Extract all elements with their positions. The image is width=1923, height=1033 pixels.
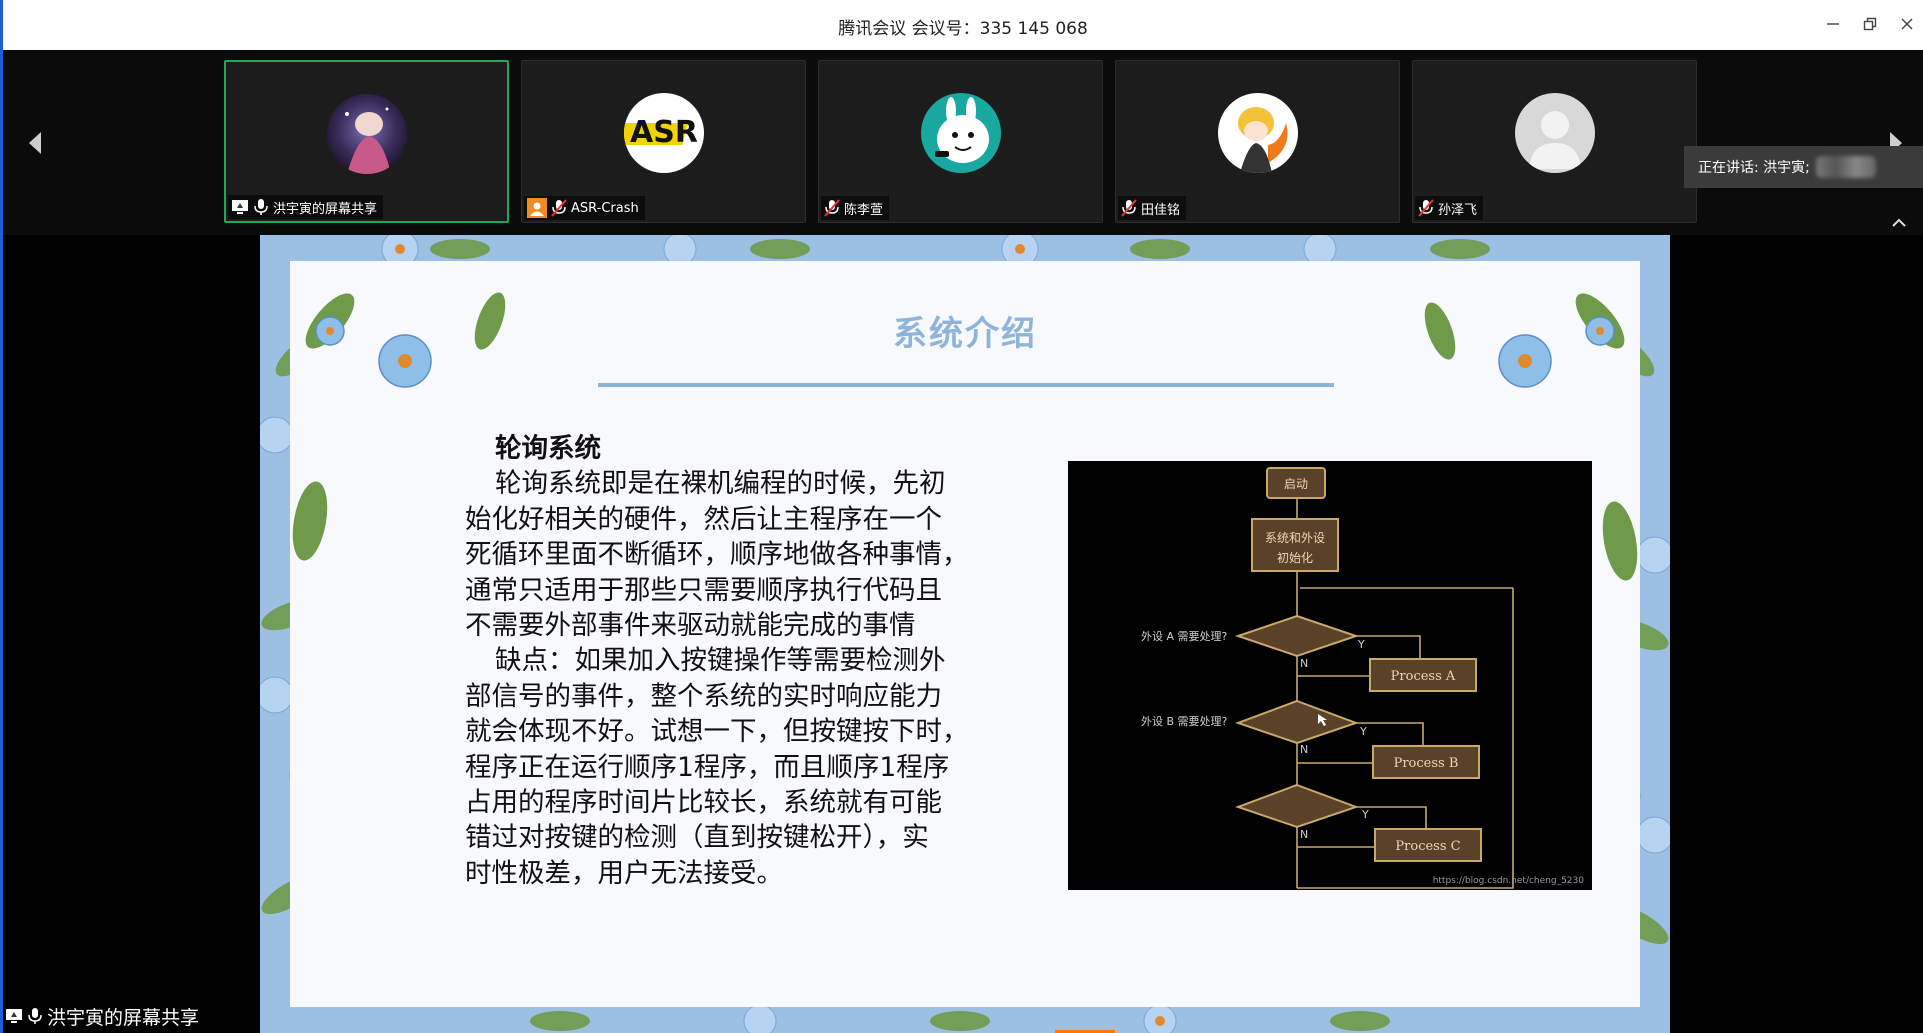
participant-tile[interactable]: 孙泽飞 [1412, 60, 1697, 223]
shared-screen: 系统介绍 轮询系统 轮询系统即是在裸机编程的时候，先初 始化好相关的硬件，然后让… [0, 235, 1923, 1033]
flowchart-question-a: 外设 A 需要处理? [1141, 630, 1228, 643]
participant-tile[interactable]: 洪宇寅的屏幕共享 [224, 60, 509, 223]
flowchart-process-b: Process B [1394, 756, 1459, 771]
flowchart-init-text: 初始化 [1277, 551, 1313, 565]
microphone-muted-icon [1121, 199, 1137, 217]
text-line: 死循环里面不断循环，顺序地做各种事情， [465, 539, 969, 571]
section-heading: 轮询系统 [495, 433, 601, 464]
speaking-label: 正在讲话: 洪宇寅; [1698, 160, 1810, 176]
title-bar: 腾讯会议 会议号：335 145 068 [0, 0, 1923, 50]
avatar [920, 93, 1001, 173]
user-icon [527, 198, 547, 218]
microphone-icon [254, 199, 268, 215]
close-button[interactable] [1890, 8, 1923, 40]
text-line: 就会体现不好。试想一下，但按键按下时， [465, 716, 969, 748]
restore-button[interactable] [1853, 8, 1887, 40]
speaking-avatar-blur [1815, 156, 1876, 178]
flowchart-watermark: https://blog.csdn.net/cheng_5230 [1433, 876, 1585, 886]
participant-label: 洪宇寅的屏幕共享 [228, 195, 384, 219]
flowchart-no-label: N [1300, 657, 1308, 670]
chevron-left-icon[interactable] [25, 128, 45, 158]
screen-share-label: 洪宇寅的屏幕共享 [5, 1004, 200, 1029]
participant-label: 陈李萱 [821, 196, 890, 220]
text-line: 部信号的事件，整个系统的实时响应能力 [465, 680, 942, 712]
text-line: 缺点：如果加入按键操作等需要检测外 [495, 645, 946, 677]
flowchart-yes-label: Y [1361, 808, 1369, 821]
avatar [1217, 93, 1298, 173]
flowchart-yes-label: Y [1359, 725, 1367, 738]
slide-title: 系统介绍 [893, 314, 1037, 354]
text-line: 错过对按键的检测（直到按键松开），实 [465, 822, 929, 854]
share-owner-label: 洪宇寅的屏幕共享 [47, 1006, 200, 1029]
title-divider [598, 383, 1334, 387]
participant-tile[interactable]: 田佳铭 [1115, 60, 1400, 223]
flowchart-question-b: 外设 B 需要处理? [1141, 715, 1228, 728]
participant-name: 孙泽飞 [1438, 202, 1478, 218]
text-line: 不需要外部事件来驱动就能完成的事情 [465, 610, 916, 642]
flowchart-process-a: Process A [1391, 669, 1456, 684]
microphone-muted-icon [824, 199, 840, 217]
screen-share-icon [6, 1009, 22, 1023]
participant-tile[interactable]: ASR ASR-Crash [521, 60, 806, 223]
screen-share-icon [232, 200, 248, 214]
flowchart-yes-label: Y [1357, 638, 1365, 651]
microphone-muted-icon [551, 199, 567, 217]
svg-text:ASR: ASR [630, 115, 698, 150]
slide-body: 轮询系统 轮询系统即是在裸机编程的时候，先初 始化好相关的硬件，然后让主程序在一… [465, 431, 1025, 891]
avatar: ASR [623, 93, 704, 173]
window-title: 腾讯会议 会议号：335 145 068 [838, 19, 1088, 39]
flowchart-no-label: N [1300, 743, 1308, 756]
flowchart-no-label: N [1300, 828, 1308, 841]
flowchart-start-text: 启动 [1284, 477, 1308, 491]
participant-name: 洪宇寅的屏幕共享 [273, 201, 378, 217]
microphone-icon [28, 1008, 42, 1024]
text-line: 时性极差，用户无法接受。 [465, 857, 783, 889]
participant-label: ASR-Crash [524, 196, 645, 220]
participant-tile[interactable]: 陈李萱 [818, 60, 1103, 223]
participant-name: 陈李萱 [844, 202, 884, 218]
participant-label: 孙泽飞 [1415, 196, 1484, 220]
avatar [326, 94, 407, 174]
chevron-up-icon[interactable] [1888, 212, 1910, 234]
text-line: 程序正在运行顺序1程序，而且顺序1程序 [465, 751, 950, 783]
text-line: 始化好相关的硬件，然后让主程序在一个 [465, 503, 942, 535]
minimize-button[interactable] [1816, 8, 1850, 40]
avatar [1514, 93, 1595, 173]
restore-icon [1863, 17, 1877, 31]
participant-label: 田佳铭 [1118, 196, 1187, 220]
participant-strip: 洪宇寅的屏幕共享 ASR ASR-Crash 陈李萱 田佳铭 孙泽飞 [0, 50, 1923, 235]
microphone-muted-icon [1418, 199, 1434, 217]
participant-name: 田佳铭 [1141, 202, 1181, 218]
participant-name: ASR-Crash [571, 200, 639, 216]
text-line: 轮询系统即是在裸机编程的时候，先初 [495, 468, 946, 500]
close-icon [1901, 18, 1913, 30]
text-line: 占用的程序时间片比较长，系统就有可能 [465, 787, 942, 819]
flowchart-process-c: Process C [1395, 839, 1460, 854]
flowchart-image: 启动 系统和外设 初始化 Process A Process B Process… [1068, 461, 1592, 890]
minimize-icon [1827, 23, 1839, 25]
speaking-indicator: 正在讲话: 洪宇寅; [1684, 146, 1923, 188]
text-line: 通常只适用于那些只需要顺序执行代码且 [465, 574, 942, 606]
flowchart-init-text: 系统和外设 [1265, 531, 1325, 545]
